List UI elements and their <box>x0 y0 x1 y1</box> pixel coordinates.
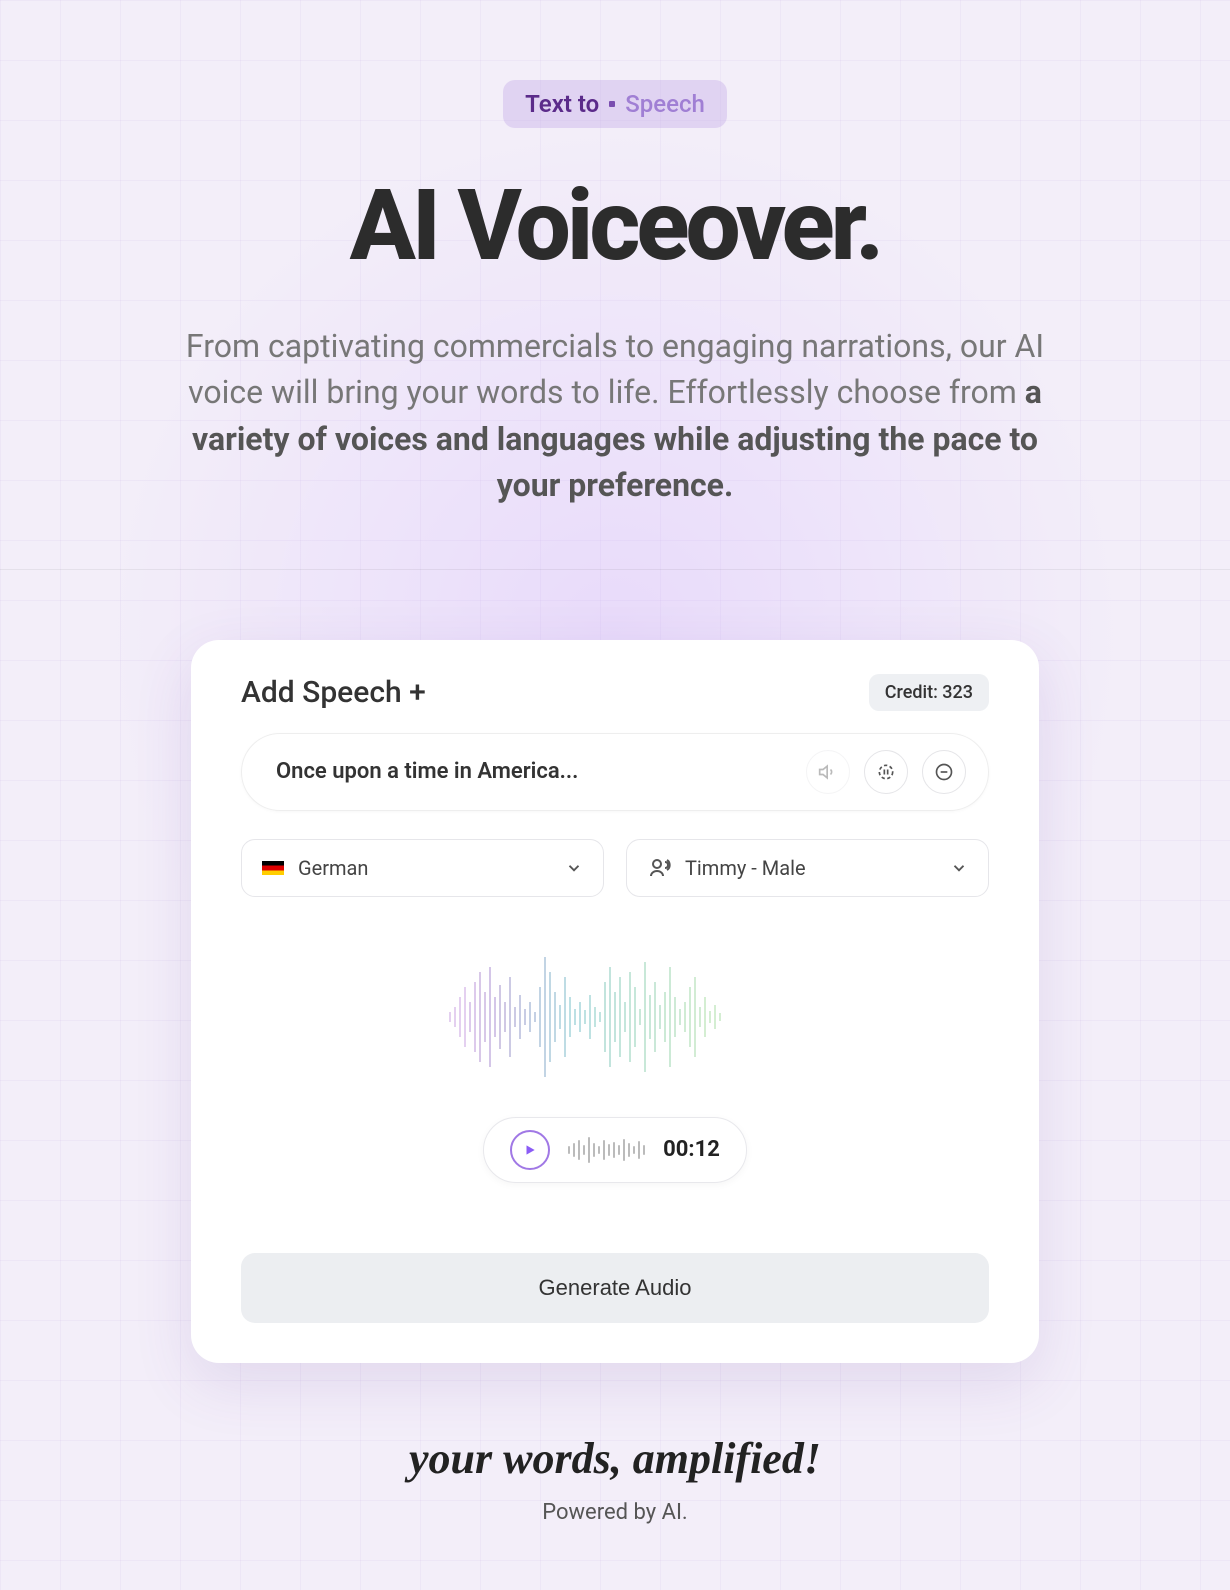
pause-icon <box>876 762 896 782</box>
germany-flag-icon <box>262 861 284 875</box>
page-subtitle: From captivating commercials to engaging… <box>175 323 1055 509</box>
feature-badge: Text to Speech <box>503 80 727 128</box>
page-title: AI Voiceover. <box>350 168 881 283</box>
speech-text-input[interactable]: Once upon a time in America... <box>276 759 806 784</box>
add-speech-button[interactable]: Add Speech + <box>241 675 426 710</box>
credit-badge: Credit: 323 <box>869 674 989 711</box>
speak-button[interactable] <box>806 750 850 794</box>
chevron-down-icon <box>565 859 583 877</box>
language-select[interactable]: German <box>241 839 604 897</box>
badge-left: Text to <box>525 90 599 118</box>
voice-select[interactable]: Timmy - Male <box>626 839 989 897</box>
audio-player: 00:12 <box>241 1117 989 1183</box>
voice-person-icon <box>647 856 671 880</box>
voice-value: Timmy - Male <box>685 856 806 880</box>
subtitle-pre: From captivating commercials to engaging… <box>186 327 1044 411</box>
dot-icon <box>609 101 615 107</box>
pause-button[interactable] <box>864 750 908 794</box>
speaker-icon <box>818 762 838 782</box>
play-icon <box>523 1143 537 1157</box>
speech-card: Add Speech + Credit: 323 Once upon a tim… <box>191 640 1039 1363</box>
chevron-down-icon <box>950 859 968 877</box>
remove-button[interactable] <box>922 750 966 794</box>
powered-by: Powered by AI. <box>542 1500 688 1525</box>
minus-circle-icon <box>934 762 954 782</box>
tagline: your words, amplified! <box>409 1433 821 1484</box>
mini-waveform-icon <box>568 1135 645 1165</box>
generate-audio-button[interactable]: Generate Audio <box>241 1253 989 1323</box>
badge-right: Speech <box>625 90 705 118</box>
waveform-icon <box>445 947 785 1087</box>
play-button[interactable] <box>510 1130 550 1170</box>
language-value: German <box>298 856 368 880</box>
timecode: 00:12 <box>663 1137 720 1162</box>
card-header: Add Speech + Credit: 323 <box>241 674 989 711</box>
section-divider <box>0 569 1230 570</box>
speech-text-row: Once upon a time in America... <box>241 733 989 811</box>
waveform-display <box>241 947 989 1087</box>
